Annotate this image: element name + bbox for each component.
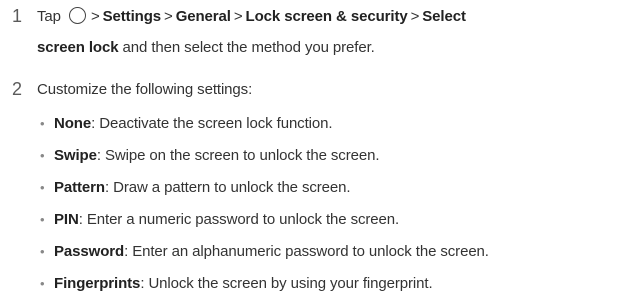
step-number: 2 (12, 79, 22, 99)
setting-name: PIN (54, 211, 79, 228)
list-item-text: Password: Enter an alphanumeric password… (54, 240, 489, 264)
path-separator: > (233, 8, 243, 25)
bullet-icon: • (40, 180, 45, 195)
tap-text: Tap (37, 8, 61, 25)
path-separator: > (90, 8, 100, 25)
path-settings: Settings (102, 8, 162, 25)
setting-desc: : Swipe on the screen to unlock the scre… (96, 147, 380, 164)
path-lock-screen-security: Lock screen & security (245, 8, 408, 25)
bullet-icon: • (40, 276, 45, 291)
bullet-icon: • (40, 244, 45, 259)
step-number: 1 (12, 6, 22, 26)
step-1-body: Tap > Settings > General > Lock screen & secu… (37, 5, 622, 67)
setting-desc: : Draw a pattern to unlock the screen. (104, 179, 351, 196)
path-general: General (175, 8, 231, 25)
bullet-icon: • (40, 148, 45, 163)
list-item-text: None: Deactivate the screen lock functio… (54, 112, 333, 136)
setting-name: Password (54, 243, 125, 260)
setting-desc: : Enter a numeric password to unlock the… (78, 211, 400, 228)
path-select: Select (422, 8, 466, 25)
list-item-text: Pattern: Draw a pattern to unlock the sc… (54, 176, 351, 200)
step-2-body: Customize the following settings: (37, 78, 622, 102)
list-item-text: Fingerprints: Unlock the screen by using… (54, 272, 433, 296)
list-item-text: Swipe: Swipe on the screen to unlock the… (54, 144, 380, 168)
instruction-document: 1 Tap > Settings > General > Lock screen & se… (0, 0, 627, 300)
bullet-icon: • (40, 212, 45, 227)
list-item: • Password: Enter an alphanumeric passwo… (37, 240, 622, 272)
step-2-text: Customize the following settings: (37, 81, 253, 98)
step-1-tail: and then select the method you prefer. (118, 39, 375, 56)
list-item: • PIN: Enter a numeric password to unloc… (37, 208, 622, 240)
setting-name: None (54, 115, 92, 132)
settings-list: • None: Deactivate the screen lock funct… (37, 112, 622, 304)
setting-desc: : Deactivate the screen lock function. (91, 115, 333, 132)
setting-name: Pattern (54, 179, 105, 196)
home-circle-icon (68, 7, 86, 24)
step-1-line-1: Tap > Settings > General > Lock screen & secu… (37, 5, 622, 36)
list-item: • Swipe: Swipe on the screen to unlock t… (37, 144, 622, 176)
path-separator: > (410, 8, 420, 25)
path-screen-lock: screen lock (37, 39, 119, 56)
list-item-text: PIN: Enter a numeric password to unlock … (54, 208, 399, 232)
setting-name: Fingerprints (54, 275, 141, 292)
setting-desc: : Enter an alphanumeric password to unlo… (124, 243, 489, 260)
list-item: • Pattern: Draw a pattern to unlock the … (37, 176, 622, 208)
setting-name: Swipe (54, 147, 97, 164)
list-item: • None: Deactivate the screen lock funct… (37, 112, 622, 144)
path-separator: > (164, 8, 173, 25)
setting-desc: : Unlock the screen by using your finger… (140, 275, 433, 292)
step-1-line-2: screen lock and then select the method y… (37, 36, 622, 67)
list-item: • Fingerprints: Unlock the screen by usi… (37, 272, 622, 304)
bullet-icon: • (40, 116, 45, 131)
